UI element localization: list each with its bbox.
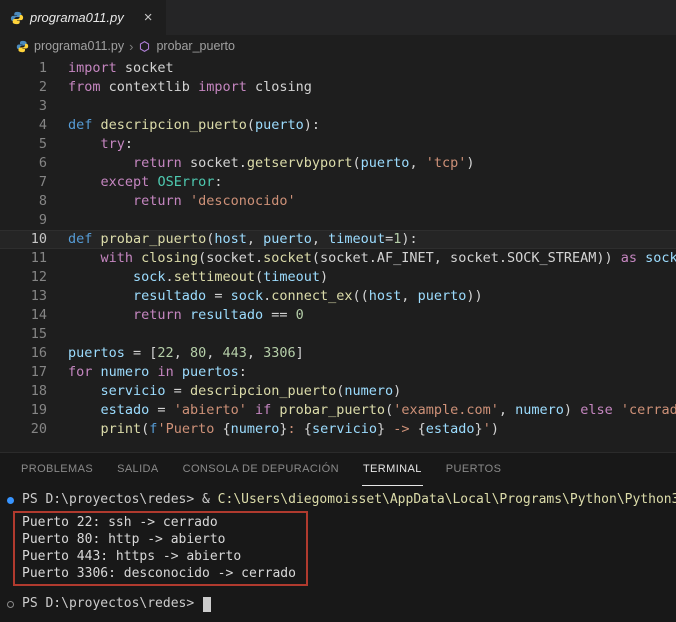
code-text: def probar_puerto(host, puerto, timeout=…	[68, 230, 418, 249]
terminal-output-line: Puerto 80: http -> abierto	[22, 531, 296, 548]
code-line[interactable]: 9	[0, 211, 676, 230]
panel-tab-salida[interactable]: SALIDA	[116, 453, 160, 486]
editor-lines: 1 import socket 2 from contextlib import cl…	[0, 59, 676, 439]
line-number: 13	[0, 287, 47, 306]
code-line[interactable]: 16 puertos = [22, 80, 443, 3306]	[0, 344, 676, 363]
terminal-output-line: Puerto 3306: desconocido -> cerrado	[22, 565, 296, 582]
code-line[interactable]: 13 resultado = sock.connect_ex((host, pu…	[0, 287, 676, 306]
line-number: 1	[0, 59, 47, 78]
breadcrumb: programa011.py › probar_puerto	[0, 35, 676, 57]
breadcrumb-symbol[interactable]: probar_puerto	[156, 39, 235, 53]
code-line[interactable]: 2 from contextlib import closing	[0, 78, 676, 97]
code-text: resultado = sock.connect_ex((host, puert…	[68, 287, 483, 306]
code-line[interactable]: 15	[0, 325, 676, 344]
code-line[interactable]: 3	[0, 97, 676, 116]
panel-tab-problemas[interactable]: PROBLEMAS	[20, 453, 94, 486]
tab-title: programa011.py	[30, 10, 124, 25]
line-number: 4	[0, 116, 47, 135]
line-number: 15	[0, 325, 47, 344]
code-text: puertos = [22, 80, 443, 3306]	[68, 344, 304, 363]
line-number: 18	[0, 382, 47, 401]
code-line[interactable]: 10 def probar_puerto(host, puerto, timeou…	[0, 230, 676, 249]
line-number: 6	[0, 154, 47, 173]
code-line[interactable]: 11 with closing(socket.socket(socket.AF_…	[0, 249, 676, 268]
command-pending-decoration-icon[interactable]	[7, 601, 14, 608]
code-line[interactable]: 18 servicio = descripcion_puerto(numero)	[0, 382, 676, 401]
terminal-prompt-row: PS D:\proyectos\redes>	[7, 595, 676, 613]
terminal[interactable]: PS D:\proyectos\redes> & C:\Users\diegom…	[0, 486, 676, 613]
tab-close-icon[interactable]: ×	[140, 9, 157, 26]
panel-tab-puertos[interactable]: PUERTOS	[445, 453, 503, 486]
terminal-cursor	[203, 597, 211, 612]
line-number: 9	[0, 211, 47, 230]
line-number: 8	[0, 192, 47, 211]
panel-tab-terminal[interactable]: TERMINAL	[362, 453, 423, 486]
line-number: 17	[0, 363, 47, 382]
line-number: 3	[0, 97, 47, 116]
panel-tabs: PROBLEMAS SALIDA CONSOLA DE DEPURACIÓN TERM…	[0, 453, 676, 486]
line-number: 10	[0, 230, 47, 249]
code-text: import socket	[68, 59, 174, 78]
vscode-window: programa011.py × programa011.py › probar…	[0, 0, 676, 622]
code-text: with closing(socket.socket(socket.AF_INE…	[68, 249, 676, 268]
code-text: servicio = descripcion_puerto(numero)	[68, 382, 401, 401]
terminal-output-line: Puerto 443: https -> abierto	[22, 548, 296, 565]
code-line[interactable]: 19 estado = 'abierto' if probar_puerto('…	[0, 401, 676, 420]
terminal-output-line: Puerto 22: ssh -> cerrado	[22, 514, 296, 531]
line-number: 14	[0, 306, 47, 325]
code-text: from contextlib import closing	[68, 78, 312, 97]
code-line[interactable]: 7 except OSError:	[0, 173, 676, 192]
code-line[interactable]: 20 print(f'Puerto {numero}: {servicio} -…	[0, 420, 676, 439]
python-file-icon	[10, 11, 24, 25]
code-text: return socket.getservbyport(puerto, 'tcp…	[68, 154, 474, 173]
terminal-prompt: PS D:\proyectos\redes>	[22, 492, 202, 507]
code-text: print(f'Puerto {numero}: {servicio} -> {…	[68, 420, 499, 439]
terminal-output-box: Puerto 22: ssh -> cerradoPuerto 80: http…	[13, 511, 308, 586]
call-operator: &	[202, 492, 218, 507]
panel-tab-consola-de-depuración[interactable]: CONSOLA DE DEPURACIÓN	[182, 453, 340, 486]
code-line[interactable]: 6 return socket.getservbyport(puerto, 't…	[0, 154, 676, 173]
line-number: 20	[0, 420, 47, 439]
terminal-command-line: PS D:\proyectos\redes> & C:\Users\diegom…	[22, 491, 676, 509]
command-decoration-icon[interactable]	[7, 497, 14, 504]
line-number: 19	[0, 401, 47, 420]
line-number: 7	[0, 173, 47, 192]
python-file-icon	[16, 40, 29, 53]
code-text: except OSError:	[68, 173, 222, 192]
code-text: sock.settimeout(timeout)	[68, 268, 328, 287]
code-text: estado = 'abierto' if probar_puerto('exa…	[68, 401, 676, 420]
code-text: try:	[68, 135, 133, 154]
line-number: 16	[0, 344, 47, 363]
code-line[interactable]: 8 return 'desconocido'	[0, 192, 676, 211]
line-number: 5	[0, 135, 47, 154]
chevron-right-icon: ›	[129, 39, 133, 54]
code-line[interactable]: 12 sock.settimeout(timeout)	[0, 268, 676, 287]
line-number: 11	[0, 249, 47, 268]
terminal-prompt: PS D:\proyectos\redes>	[22, 595, 202, 613]
code-line[interactable]: 1 import socket	[0, 59, 676, 78]
terminal-command-row: PS D:\proyectos\redes> & C:\Users\diegom…	[7, 491, 676, 509]
code-line[interactable]: 17 for numero in puertos:	[0, 363, 676, 382]
breadcrumb-file[interactable]: programa011.py	[34, 39, 124, 53]
code-text: return resultado == 0	[68, 306, 304, 325]
code-line[interactable]: 14 return resultado == 0	[0, 306, 676, 325]
code-line[interactable]: 5 try:	[0, 135, 676, 154]
line-number: 2	[0, 78, 47, 97]
code-text: return 'desconocido'	[68, 192, 296, 211]
bottom-panel: PROBLEMAS SALIDA CONSOLA DE DEPURACIÓN TERM…	[0, 452, 676, 622]
code-text: def descripcion_puerto(puerto):	[68, 116, 320, 135]
method-symbol-icon	[138, 40, 151, 53]
code-editor[interactable]: 1 import socket 2 from contextlib import cl…	[0, 57, 676, 452]
editor-tab-bar: programa011.py ×	[0, 0, 676, 35]
code-line[interactable]: 4 def descripcion_puerto(puerto):	[0, 116, 676, 135]
line-number: 12	[0, 268, 47, 287]
code-text: for numero in puertos:	[68, 363, 247, 382]
editor-tab-programa011[interactable]: programa011.py ×	[0, 0, 167, 35]
terminal-command-path: C:\Users\diegomoisset\AppData\Local\Prog…	[218, 492, 676, 507]
